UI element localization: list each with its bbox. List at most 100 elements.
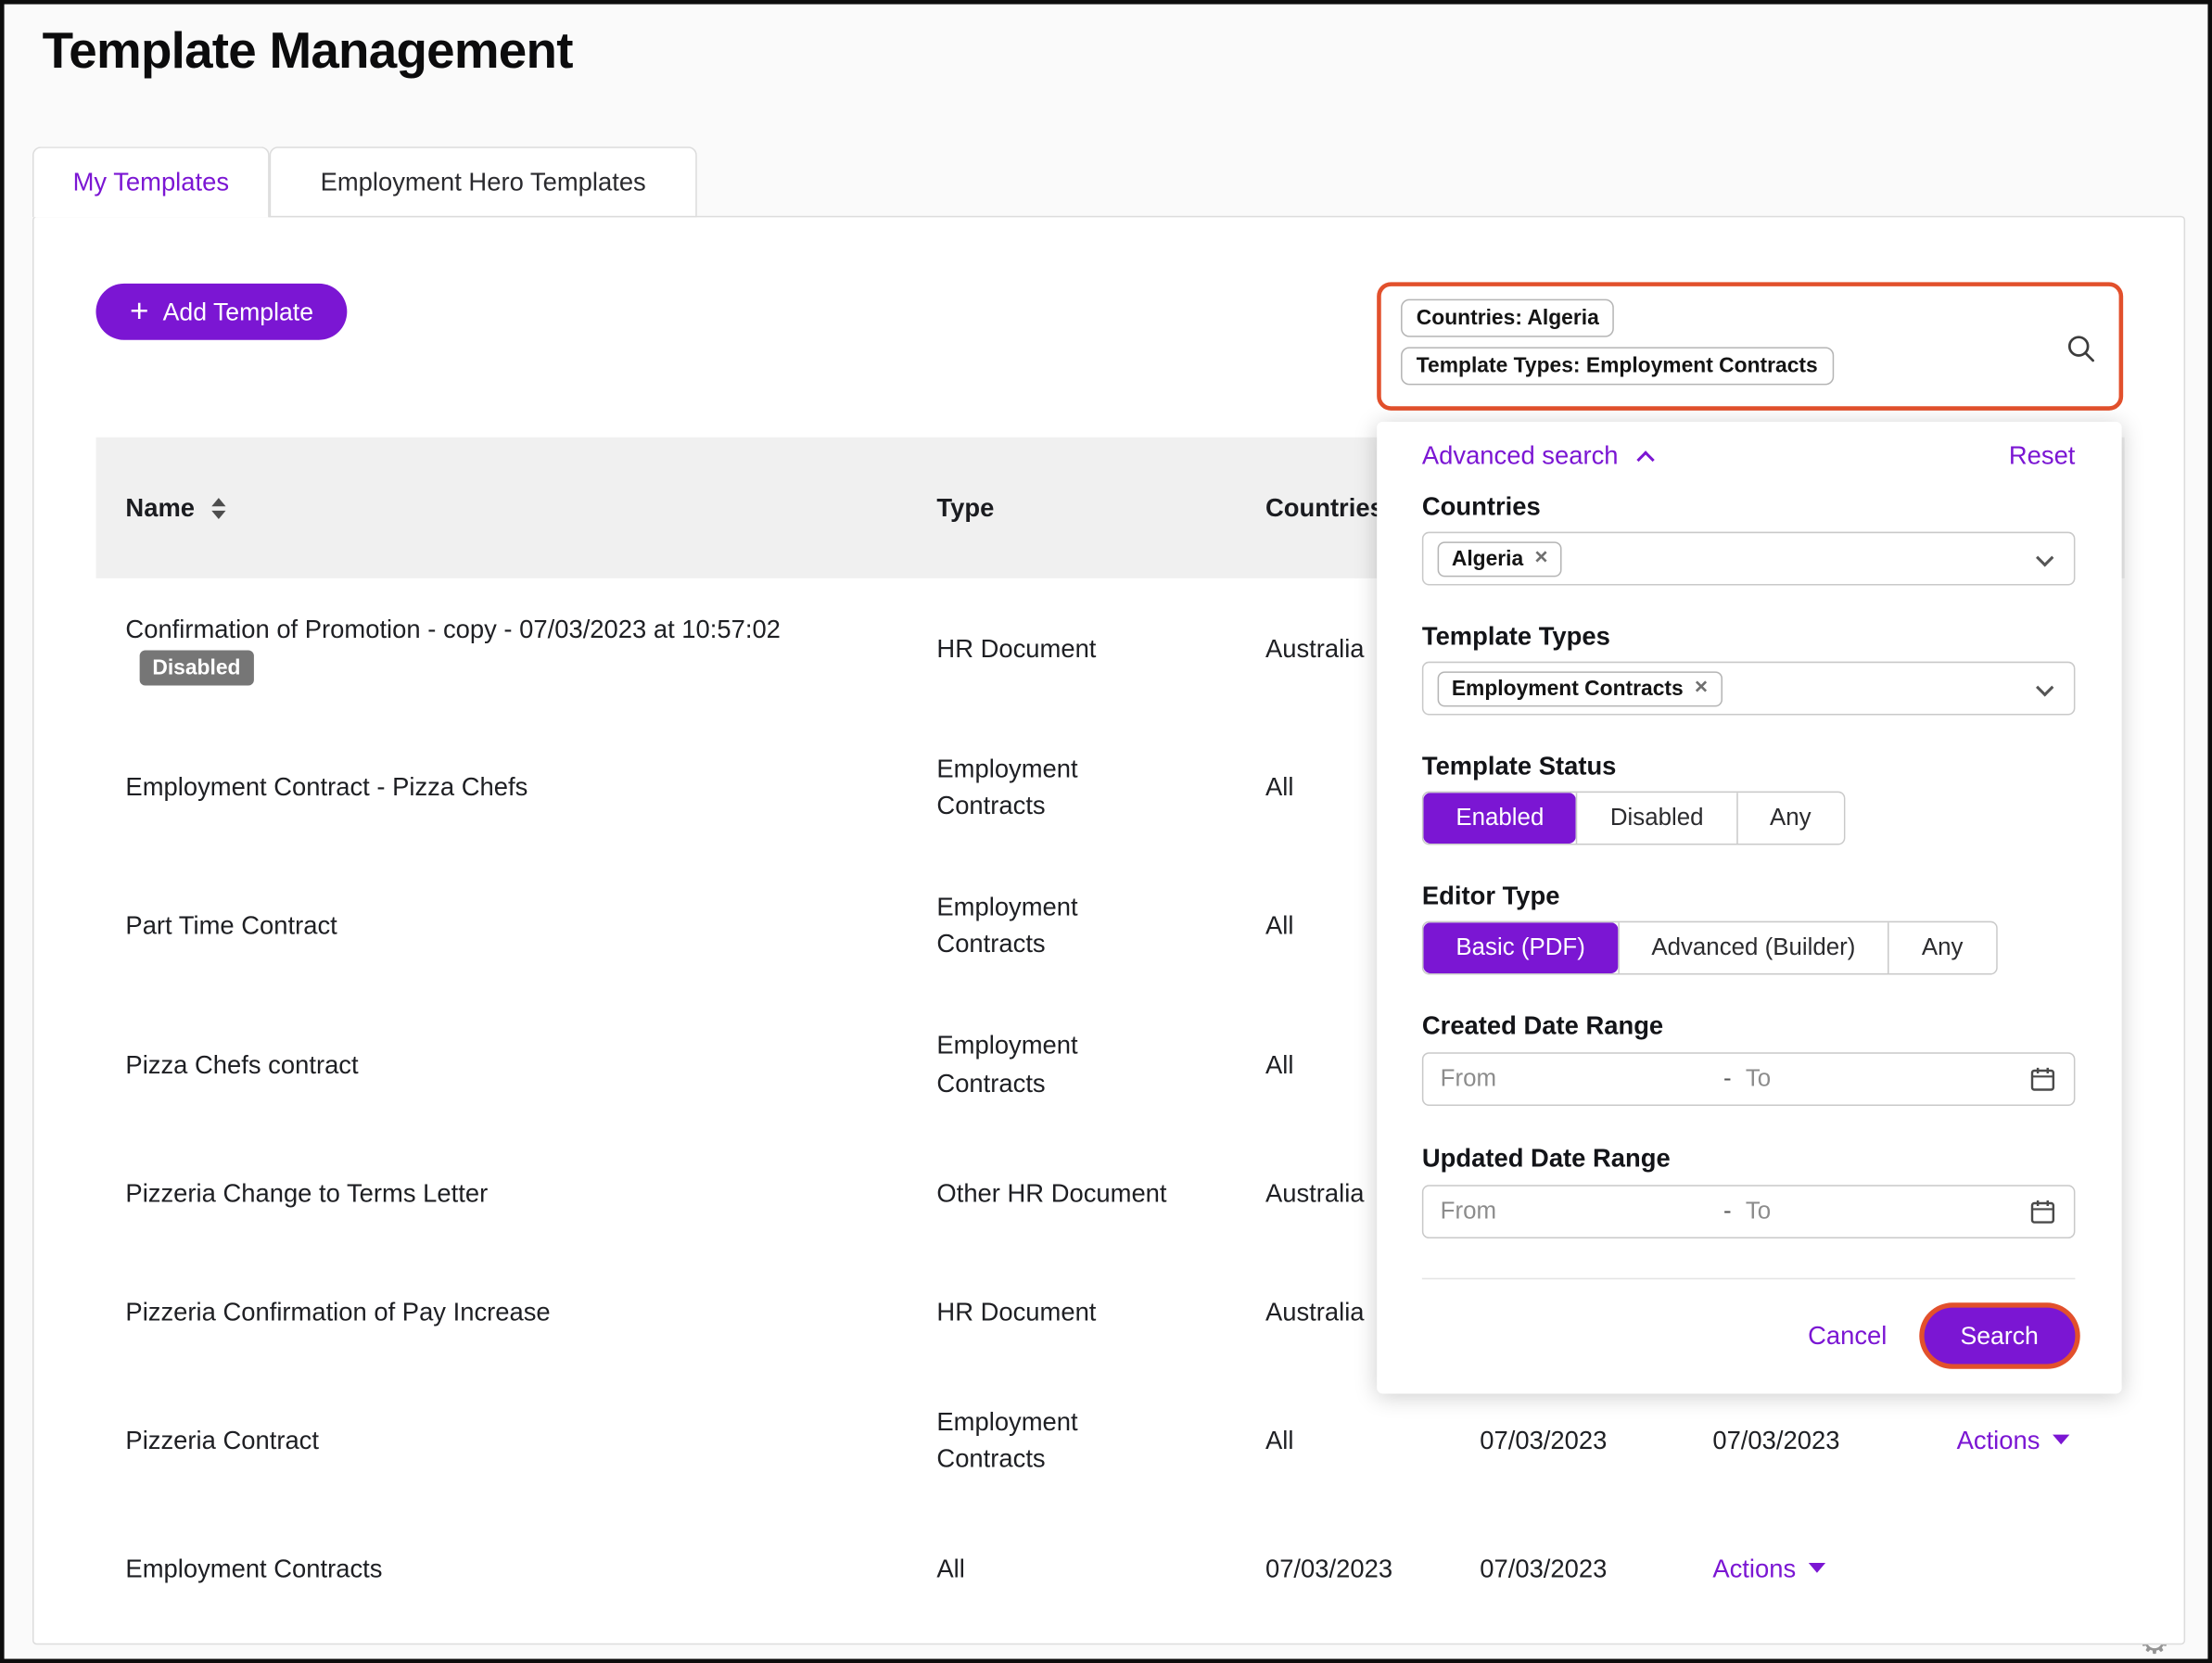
table-cell: HR Document [936, 1293, 1265, 1330]
actions-menu[interactable]: Actions [1957, 1421, 2125, 1458]
add-template-label: Add Template [163, 297, 313, 326]
template-name-cell: Part Time Contract [95, 908, 936, 945]
template-name-cell: Pizzeria Change to Terms Letter [95, 1174, 936, 1212]
created-date-range-input[interactable]: From - To [1422, 1052, 2076, 1106]
table-cell: Employment Contracts [936, 889, 1265, 962]
table-cell: 07/03/2023 [1480, 1421, 1712, 1458]
sort-down-icon [211, 510, 225, 518]
selected-template-type-label: Employment Contracts [1452, 677, 1684, 701]
cell-text: Employment Contracts [125, 1555, 382, 1582]
editor-type-label: Editor Type [1422, 882, 2076, 911]
cancel-button[interactable]: Cancel [1808, 1321, 1887, 1351]
cell-text: 07/03/2023 [1480, 1555, 1607, 1582]
template-name-cell: Employment Contract - Pizza Chefs [95, 769, 936, 806]
table-row: Employment ContractsAll07/03/202307/03/2… [95, 1509, 2124, 1628]
cell-text: Pizza Chefs contract [125, 1050, 358, 1078]
search-filter-box[interactable]: Countries: Algeria Template Types: Employ… [1377, 282, 2123, 410]
selected-country-label: Algeria [1452, 547, 1523, 571]
cell-text: 07/03/2023 [1480, 1426, 1607, 1454]
table-cell: HR Document [936, 629, 1265, 666]
search-icon[interactable] [2064, 332, 2098, 366]
calendar-icon[interactable] [2028, 1065, 2056, 1093]
panel-header: Advanced search Reset [1422, 441, 2076, 471]
cell-text: Part Time Contract [125, 912, 337, 940]
cell-text: HR Document [936, 629, 1096, 666]
selected-template-type-chip: Employment Contracts × [1438, 671, 1723, 706]
cell-text: Pizzeria Contract [125, 1426, 319, 1454]
plus-icon: + [130, 294, 148, 326]
cell-text: All [936, 1550, 964, 1587]
cell-text: All [1265, 773, 1293, 801]
table-cell: Other HR Document [936, 1174, 1265, 1212]
column-header-type: Type [936, 493, 1265, 523]
template-management-page: Template Management My Templates Employm… [0, 0, 2212, 1663]
calendar-icon[interactable] [2028, 1198, 2056, 1225]
cell-text: All [1265, 912, 1293, 940]
template-types-select[interactable]: Employment Contracts × [1422, 662, 2076, 716]
column-header-name[interactable]: Name [95, 493, 936, 523]
actions-label: Actions [1957, 1421, 2040, 1458]
template-name-cell: Pizzeria Confirmation of Pay Increase [95, 1293, 936, 1330]
filter-chip[interactable]: Template Types: Employment Contracts [1401, 347, 1833, 385]
created-to-placeholder[interactable]: To [1746, 1065, 2015, 1093]
cell-text: All [1265, 1426, 1293, 1454]
chevron-down-icon [2039, 676, 2052, 701]
cell-text: Employment Contracts [936, 889, 1179, 962]
editor-option-any[interactable]: Any [1888, 922, 1995, 973]
tab-employment-hero-templates[interactable]: Employment Hero Templates [270, 146, 697, 217]
panel-footer: Cancel Search [1422, 1306, 2076, 1365]
countries-label: Countries [1422, 492, 2076, 522]
cell-text: HR Document [936, 1293, 1096, 1330]
tab-my-templates[interactable]: My Templates [32, 146, 270, 217]
cell-text: 07/03/2023 [1712, 1426, 1839, 1454]
cell-text: Confirmation of Promotion - copy - 07/03… [125, 615, 780, 642]
status-option-any[interactable]: Any [1736, 793, 1844, 844]
created-date-range-label: Created Date Range [1422, 1011, 2076, 1041]
cell-text: Employment Contracts [936, 1403, 1179, 1477]
cell-text: Pizzeria Change to Terms Letter [125, 1179, 488, 1207]
table-cell: All [1265, 1421, 1480, 1458]
actions-menu[interactable]: Actions [1712, 1550, 1956, 1587]
selected-country-chip: Algeria × [1438, 541, 1562, 577]
table-cell: Employment Contracts [936, 1028, 1265, 1101]
editor-option-advanced-builder[interactable]: Advanced (Builder) [1618, 922, 1888, 973]
updated-date-range-input[interactable]: From - To [1422, 1185, 2076, 1238]
cell-text: Other HR Document [936, 1174, 1166, 1212]
cell-text: All [1265, 1050, 1293, 1078]
caret-down-icon [1809, 1564, 1825, 1574]
reset-link[interactable]: Reset [2009, 441, 2076, 471]
template-name-cell: Pizza Chefs contract [95, 1046, 936, 1083]
status-option-enabled[interactable]: Enabled [1423, 793, 1576, 844]
cell-text: Australia [1265, 634, 1365, 662]
updated-from-placeholder[interactable]: From [1441, 1198, 1710, 1225]
countries-select[interactable]: Algeria × [1422, 532, 2076, 586]
actions-label: Actions [1712, 1550, 1796, 1587]
editor-option-basic-pdf[interactable]: Basic (PDF) [1423, 922, 1617, 973]
template-name-cell: Employment Contracts [95, 1550, 936, 1587]
table-cell: 07/03/2023 [1712, 1421, 1956, 1458]
template-name-cell: Pizzeria Contract [95, 1421, 936, 1458]
advanced-search-toggle[interactable]: Advanced search [1422, 441, 1652, 471]
panel-divider [1422, 1278, 2076, 1280]
remove-template-type-icon[interactable]: × [1695, 677, 1708, 699]
table-cell: All [936, 1550, 1265, 1587]
template-status-label: Template Status [1422, 752, 2076, 781]
filter-chip[interactable]: Countries: Algeria [1401, 299, 1614, 337]
status-option-disabled[interactable]: Disabled [1576, 793, 1735, 844]
template-status-group: Enabled Disabled Any [1422, 792, 2076, 845]
editor-type-group: Basic (PDF) Advanced (Builder) Any [1422, 921, 2076, 975]
cell-text: Employment Contracts [936, 751, 1179, 824]
created-from-placeholder[interactable]: From [1441, 1065, 1710, 1093]
cell-text: Australia [1265, 1179, 1365, 1207]
table-cell: Employment Contracts [936, 751, 1265, 824]
remove-country-icon[interactable]: × [1534, 547, 1547, 569]
sort-icon[interactable] [211, 497, 225, 518]
search-button[interactable]: Search [1924, 1308, 2076, 1365]
template-name-cell: Confirmation of Promotion - copy - 07/03… [95, 611, 936, 686]
updated-to-placeholder[interactable]: To [1746, 1198, 2015, 1225]
date-range-separator: - [1723, 1065, 1732, 1093]
advanced-search-label: Advanced search [1422, 441, 1619, 469]
add-template-button[interactable]: + Add Template [95, 284, 347, 340]
status-badge: Disabled [140, 651, 254, 686]
advanced-search-panel: Advanced search Reset Countries Algeria … [1377, 422, 2121, 1393]
